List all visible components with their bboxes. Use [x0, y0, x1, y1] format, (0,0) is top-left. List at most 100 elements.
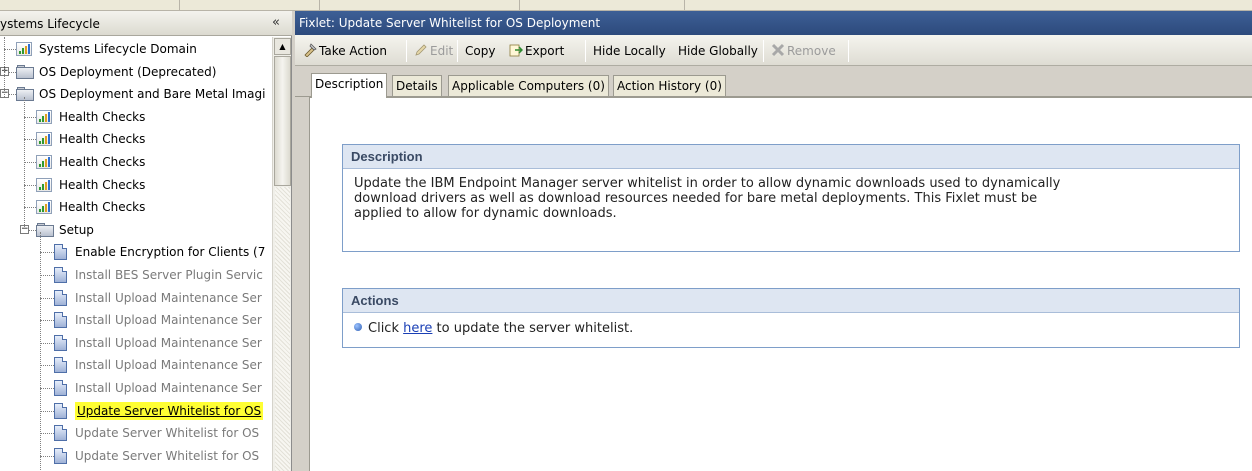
tree-item[interactable]: Health Checks: [0, 151, 272, 173]
action-here-link[interactable]: here: [403, 321, 432, 336]
export-label: Export: [525, 44, 565, 58]
tab-applicable-computers[interactable]: Applicable Computers (0): [448, 75, 609, 97]
top-strip-segment: [0, 0, 180, 10]
description-line: download drivers as well as download res…: [354, 191, 1038, 206]
remove-label: Remove: [787, 44, 836, 58]
tree-guide-line: [24, 97, 25, 227]
document-icon: [54, 380, 67, 396]
tree-item-label: Health Checks: [59, 155, 146, 169]
action-text-suffix: to update the server whitelist.: [432, 321, 634, 336]
navigation-panel-header: ystems Lifecycle «: [0, 11, 292, 36]
document-icon: [54, 448, 67, 464]
pencil-icon: [414, 43, 428, 57]
tree-item-label: Install BES Server Plugin Servic: [75, 268, 263, 282]
document-icon: [54, 403, 67, 419]
tree-item[interactable]: Health Checks: [0, 174, 272, 196]
tree-guide-line: [4, 37, 5, 97]
tree-item-label: Health Checks: [59, 200, 146, 214]
bullet-icon: [354, 323, 362, 331]
fixlet-panel: Fixlet: Update Server Whitelist for OS D…: [295, 11, 1252, 471]
actions-body: Click here to update the server whitelis…: [343, 313, 1239, 343]
scroll-up-arrow-icon[interactable]: ▲: [274, 38, 291, 55]
chart-icon: [16, 42, 32, 56]
chart-icon: [36, 132, 52, 146]
description-line: Update the IBM Endpoint Manager server w…: [354, 176, 1061, 191]
tree-connector: [40, 343, 54, 344]
take-action-icon: [303, 43, 317, 58]
navigation-tree: Systems Lifecycle Domain + OS Deployment (…: [0, 37, 272, 471]
chart-icon: [36, 155, 52, 169]
document-icon: [54, 244, 67, 260]
edit-button[interactable]: Edit: [414, 42, 453, 60]
folder-icon: [16, 87, 34, 101]
tree-connector: [40, 320, 54, 321]
take-action-button[interactable]: Take Action: [303, 42, 387, 60]
toolbar-separator: [585, 40, 586, 62]
hide-locally-button[interactable]: Hide Locally: [593, 42, 666, 60]
hide-globally-button[interactable]: Hide Globally: [678, 42, 758, 60]
copy-label: Copy: [465, 44, 496, 58]
tree-item-label: Update Server Whitelist for OS: [75, 426, 260, 440]
chart-icon: [36, 110, 52, 124]
tree-scrollbar[interactable]: ▲: [272, 37, 291, 471]
tree-item[interactable]: Health Checks: [0, 106, 272, 128]
chart-icon: [36, 200, 52, 214]
document-icon: [54, 357, 67, 373]
scrollbar-track[interactable]: [275, 187, 290, 471]
actions-heading: Actions: [343, 289, 1239, 313]
export-icon: [509, 43, 524, 57]
tree-item[interactable]: Health Checks: [0, 196, 272, 218]
export-button[interactable]: Export: [509, 42, 564, 60]
tab-action-history[interactable]: Action History (0): [613, 75, 726, 97]
tree-connector: [40, 252, 54, 253]
navigation-panel-title: ystems Lifecycle: [0, 17, 100, 31]
description-line: applied to allow for dynamic downloads.: [354, 206, 617, 221]
tree-item-label: Setup: [59, 223, 94, 237]
tree-connector: [40, 456, 54, 457]
tree-item[interactable]: Health Checks: [0, 128, 272, 150]
hide-globally-label: Hide Globally: [678, 44, 758, 58]
tree-item[interactable]: − OS Deployment and Bare Metal Imagi: [0, 83, 272, 105]
tree-connector: [40, 365, 54, 366]
tree-item-label: Install Upload Maintenance Ser: [75, 381, 262, 395]
fixlet-toolbar: Take Action Edit Copy Export Hide Locall…: [295, 35, 1252, 66]
edit-label: Edit: [430, 44, 454, 58]
fixlet-content: Description Update the IBM Endpoint Mana…: [309, 97, 1252, 471]
fixlet-tab-bar: Description Details Applicable Computers…: [295, 67, 1252, 98]
toolbar-separator: [457, 40, 458, 62]
tree-item[interactable]: + OS Deployment (Deprecated): [0, 61, 272, 83]
document-icon: [54, 335, 67, 351]
document-icon: [54, 425, 67, 441]
tree-item[interactable]: Systems Lifecycle Domain: [0, 38, 272, 60]
tree-item-label: OS Deployment (Deprecated): [39, 65, 217, 79]
take-action-label: Take Action: [319, 44, 387, 58]
folder-icon: [36, 223, 54, 237]
tree-guide-line: [40, 232, 41, 471]
collapse-panel-button[interactable]: «: [268, 15, 284, 31]
document-icon: [54, 267, 67, 283]
remove-button[interactable]: Remove: [771, 42, 836, 60]
tree-connector: [40, 411, 54, 412]
remove-x-icon: [771, 43, 785, 57]
top-strip-segment: [180, 0, 320, 10]
tree-item-label: Enable Encryption for Clients (7: [75, 245, 266, 259]
copy-button[interactable]: Copy: [465, 42, 495, 60]
hide-locally-label: Hide Locally: [593, 44, 666, 58]
tree-item-label: OS Deployment and Bare Metal Imagi: [39, 87, 266, 101]
tab-details[interactable]: Details: [392, 75, 442, 97]
navigation-panel: ystems Lifecycle « Systems Lifecycle Dom…: [0, 11, 292, 471]
document-icon: [54, 312, 67, 328]
tree-item-label: Health Checks: [59, 132, 146, 146]
description-body: Update the IBM Endpoint Manager server w…: [343, 169, 1239, 228]
tree-connector: [40, 388, 54, 389]
tab-description[interactable]: Description: [311, 73, 388, 98]
top-strip-segment: [520, 0, 685, 10]
top-window-strip: [0, 0, 1252, 11]
actions-box: Actions Click here to update the server …: [342, 288, 1240, 348]
toolbar-separator: [406, 40, 407, 62]
document-icon: [54, 290, 67, 306]
fixlet-title-bar: Fixlet: Update Server Whitelist for OS D…: [295, 11, 1252, 35]
description-heading: Description: [343, 145, 1239, 169]
scrollbar-thumb[interactable]: [274, 56, 291, 186]
tree-connector: [40, 298, 54, 299]
